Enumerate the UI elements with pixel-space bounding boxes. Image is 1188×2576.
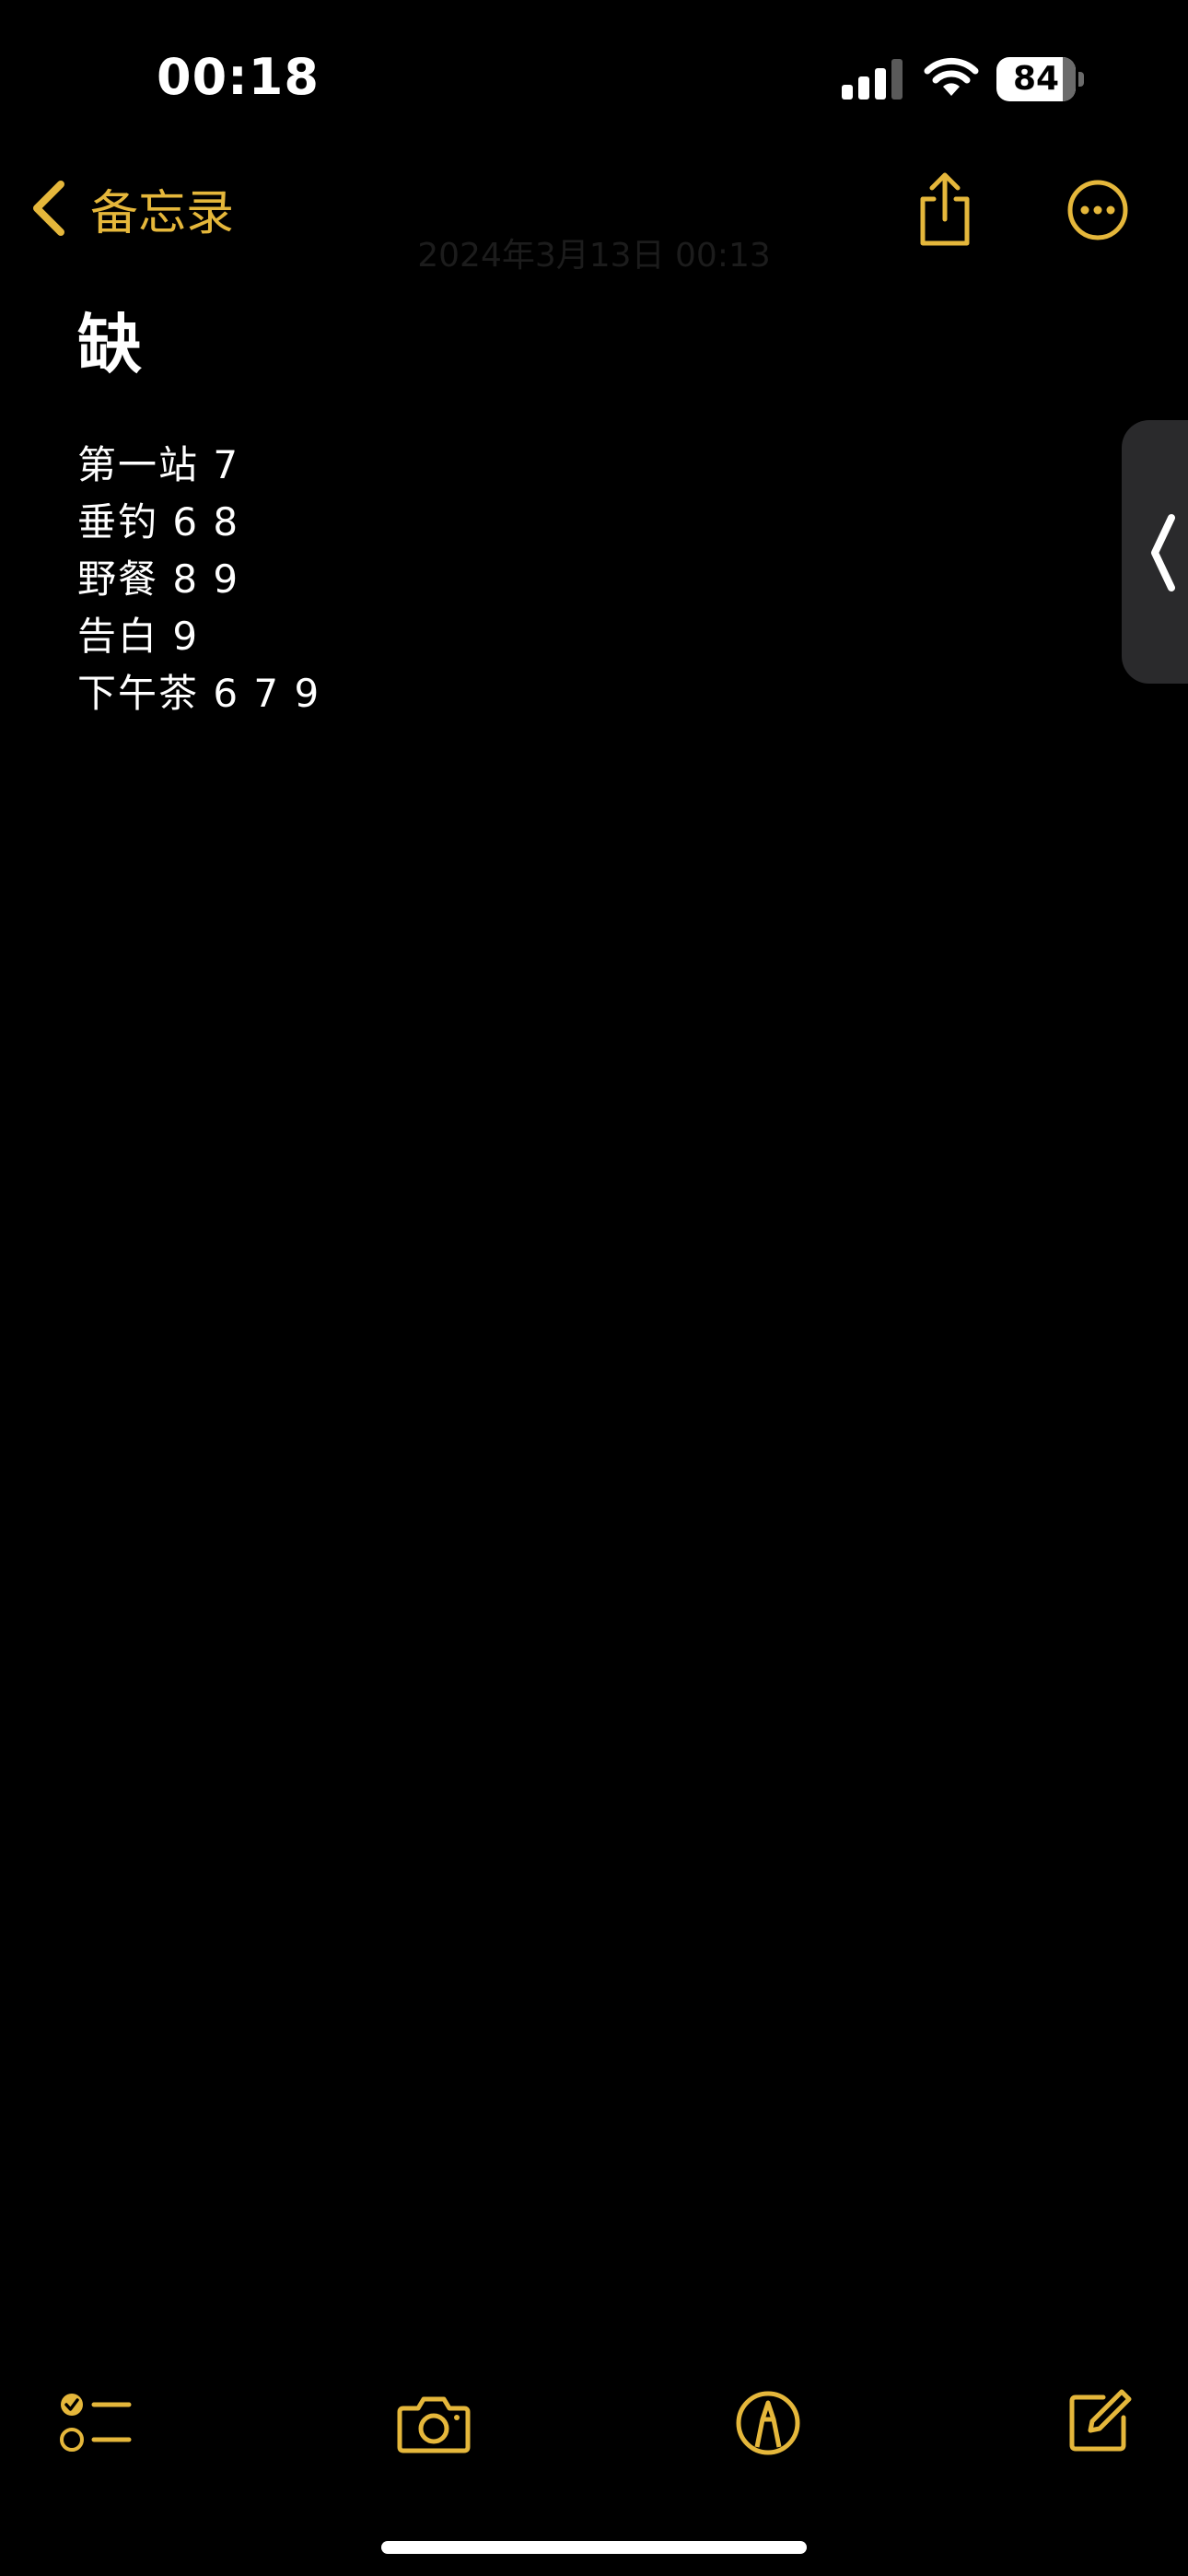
note-date: 2024年3月13日 00:13	[417, 237, 771, 275]
note-line: 告白 9	[77, 614, 200, 659]
markup-pen-icon[interactable]	[735, 2386, 801, 2456]
camera-icon[interactable]	[396, 2392, 472, 2454]
side-panel-handle[interactable]	[1122, 420, 1188, 684]
note-line: 下午茶 6 7 9	[77, 671, 321, 716]
chevron-left-icon	[1151, 514, 1175, 591]
battery-percent: 84	[1012, 60, 1060, 98]
checklist-icon[interactable]	[59, 2390, 133, 2456]
notes-screen: 00:18 84 备忘录 2024年3月13日 00:13 缺 第一站 7 垂钓…	[0, 0, 1188, 2576]
note-body[interactable]: 第一站 7 垂钓 6 8 野餐 8 9 告白 9 下午茶 6 7 9	[77, 437, 1090, 722]
note-line: 野餐 8 9	[77, 556, 240, 602]
status-time: 00:18	[157, 48, 320, 106]
home-indicator[interactable]	[381, 2541, 807, 2554]
battery-body: 84	[996, 57, 1076, 101]
note-line: 第一站 7	[77, 442, 240, 487]
note-title[interactable]: 缺	[77, 293, 142, 386]
compose-icon[interactable]	[1066, 2388, 1133, 2454]
wifi-icon	[924, 57, 979, 96]
cellular-signal-icon	[842, 59, 903, 100]
note-line: 垂钓 6 8	[77, 499, 240, 544]
battery-indicator: 84	[996, 57, 1085, 101]
battery-cap	[1078, 72, 1084, 87]
